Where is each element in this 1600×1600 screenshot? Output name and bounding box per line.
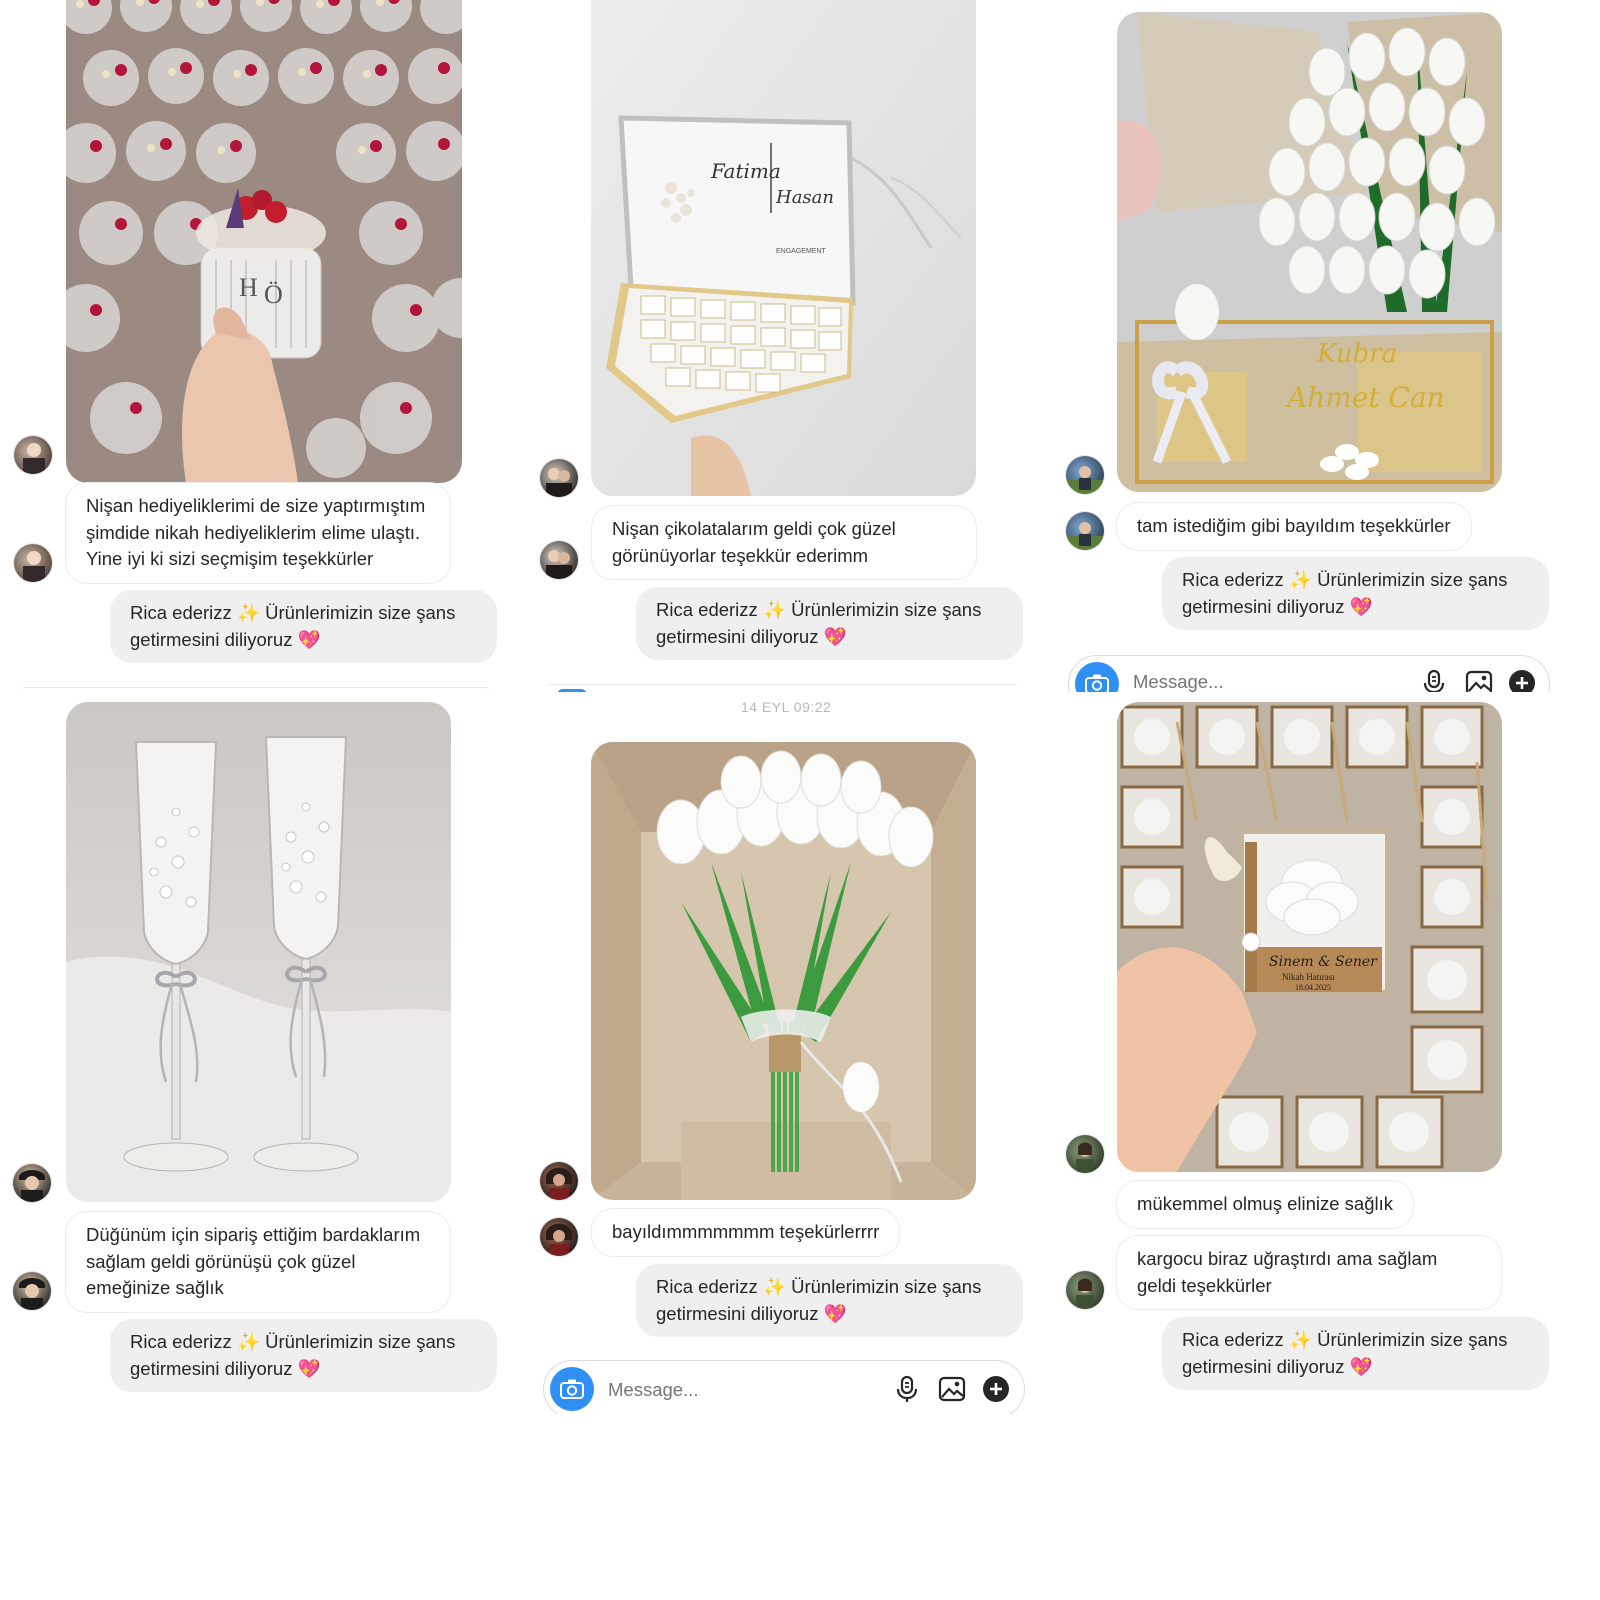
heart-icon: 💖 [297,1357,321,1379]
photo-champagne-glasses[interactable] [66,702,451,1202]
photo-candle-favors[interactable]: H Ö [66,0,462,483]
photo-tulips-in-box[interactable] [591,742,976,1200]
message-timestamp: 14 EYL 09:22 [741,699,832,715]
svg-text:Sinem & Sener: Sinem & Sener [1269,954,1378,970]
incoming-message[interactable]: Nişan çikolatalarım geldi çok güzel görü… [591,505,977,580]
message-text: Düğünüm için sipariş ettiğim bardaklarım… [86,1224,421,1298]
divider [20,687,490,692]
sparkle-icon: ✨ [1288,1329,1312,1350]
outgoing-reply[interactable]: Rica ederizz ✨ Ürünlerimizin size şans g… [110,1319,497,1392]
image-icon[interactable] [1464,668,1494,692]
reply-text: Rica ederizz ✨ Ürünlerimizin size şans [1182,569,1508,590]
sender-avatar[interactable] [540,1218,578,1256]
microphone-icon[interactable] [1419,668,1449,692]
camera-icon-partial [557,689,587,692]
message-text: Nişan hediyeliklerimi de size yaptırmışt… [86,495,426,569]
sender-avatar[interactable] [1066,456,1104,494]
outgoing-reply[interactable]: Rica ederizz ✨ Ürünlerimizin size şans g… [110,590,497,663]
wax-flower-favors-image: Sinem & Sener Nikah Hatırası 18.04.2025 [1117,702,1502,1172]
incoming-message[interactable]: bayıldımmmmmmm teşekürlerrrr [591,1208,901,1257]
sparkle-icon: ✨ [762,1276,786,1297]
sparkle-icon: ✨ [762,599,786,620]
chat-panel-champagne-glasses: Düğünüm için sipariş ettiğim bardaklarım… [0,700,525,1420]
sender-avatar[interactable] [1066,512,1104,550]
chocolate-box-image: Fatima Hasan ENGAGEMENT [591,0,976,496]
sender-avatar[interactable] [1066,1135,1104,1173]
microphone-icon[interactable] [892,1374,922,1404]
message-text: kargocu biraz uğraştırdı ama sağlam geld… [1137,1248,1438,1296]
sparkle-icon: ✨ [236,1331,260,1352]
heart-icon: 💖 [823,1302,847,1324]
plus-icon[interactable] [981,1374,1011,1404]
champagne-glasses-image [66,702,451,1202]
svg-text:Fatima: Fatima [710,159,781,183]
outgoing-reply[interactable]: Rica ederizz ✨ Ürünlerimizin size şans g… [1162,557,1549,630]
message-composer [1068,655,1550,692]
message-input[interactable] [1131,670,1405,692]
svg-text:18.04.2025: 18.04.2025 [1295,983,1331,992]
sender-avatar[interactable] [540,1162,578,1200]
heart-icon: 💖 [823,625,847,647]
heart-icon: 💖 [1349,595,1373,617]
tulips-in-box-image [591,742,976,1200]
svg-text:H: H [239,273,258,302]
sparkle-icon: ✨ [236,602,260,623]
chat-panel-candle-favors: H Ö Nişan hediyeliklerimi de size yaptır… [0,0,525,700]
outgoing-reply[interactable]: Rica ederizz ✨ Ürünlerimizin size şans g… [636,587,1023,660]
svg-text:Hasan: Hasan [775,187,834,208]
reply-text: Rica ederizz ✨ Ürünlerimizin size şans [1182,1329,1508,1350]
camera-button[interactable] [1075,662,1119,692]
sender-avatar[interactable] [14,544,52,582]
chat-panel-wax-favors: Sinem & Sener Nikah Hatırası 18.04.2025 … [1054,700,1600,1420]
outgoing-reply[interactable]: Rica ederizz ✨ Ürünlerimizin size şans g… [1162,1317,1549,1390]
incoming-message[interactable]: Düğünüm için sipariş ettiğim bardaklarım… [65,1211,451,1313]
svg-text:Ahmet Can: Ahmet Can [1284,381,1445,414]
reply-text: Rica ederizz ✨ Ürünlerimizin size şans [656,1276,982,1297]
sender-avatar[interactable] [14,436,52,474]
svg-text:ENGAGEMENT: ENGAGEMENT [776,248,827,255]
message-text: Nişan çikolatalarım geldi çok güzel görü… [612,518,896,566]
image-icon[interactable] [937,1374,967,1404]
tulip-gold-box-image: Kubra Ahmet Can [1117,12,1502,492]
photo-tulip-gold-box[interactable]: Kubra Ahmet Can [1117,12,1502,492]
plus-icon[interactable] [1507,668,1537,692]
sparkle-icon: ✨ [1288,569,1312,590]
candle-favors-image: H Ö [66,0,462,483]
incoming-message[interactable]: Nişan hediyeliklerimi de size yaptırmışt… [65,482,451,584]
svg-text:Ö: Ö [264,280,283,309]
sender-avatar[interactable] [1066,1271,1104,1309]
chat-panel-tulip-bouquet: Kubra Ahmet Can tam istediğim gibi bayıl… [1054,0,1600,692]
reply-text: Rica ederizz ✨ Ürünlerimizin size şans [130,602,456,623]
incoming-message[interactable]: tam istediğim gibi bayıldım teşekkürler [1116,502,1472,551]
incoming-message[interactable]: kargocu biraz uğraştırdı ama sağlam geld… [1116,1235,1502,1310]
sender-avatar[interactable] [13,1164,51,1202]
sender-avatar[interactable] [540,459,578,497]
heart-icon: 💖 [1349,1355,1373,1377]
outgoing-reply[interactable]: Rica ederizz ✨ Ürünlerimizin size şans g… [636,1264,1023,1337]
sender-avatar[interactable] [13,1272,51,1310]
chat-panel-chocolate-box: Fatima Hasan ENGAGEMENT Nişan çikolatala… [527,0,1052,692]
heart-icon: 💖 [297,628,321,650]
message-composer [543,1360,1025,1414]
reply-text: Rica ederizz ✨ Ürünlerimizin size şans [130,1331,456,1352]
svg-text:Kubra: Kubra [1316,339,1397,369]
photo-wax-flower-favors[interactable]: Sinem & Sener Nikah Hatırası 18.04.2025 [1117,702,1502,1172]
message-text: tam istediğim gibi bayıldım teşekkürler [1137,515,1451,536]
svg-text:Nikah Hatırası: Nikah Hatırası [1282,972,1335,982]
message-input[interactable] [606,1378,880,1402]
sender-avatar[interactable] [540,541,578,579]
photo-chocolate-box[interactable]: Fatima Hasan ENGAGEMENT [591,0,976,496]
incoming-message[interactable]: mükemmel olmuş elinize sağlık [1116,1180,1415,1229]
divider [547,684,1017,689]
message-text: mükemmel olmuş elinize sağlık [1137,1193,1394,1214]
camera-button[interactable] [550,1367,594,1411]
camera-icon [560,1379,584,1399]
reply-text: Rica ederizz ✨ Ürünlerimizin size şans [656,599,982,620]
camera-icon [1085,674,1109,692]
chat-panel-tulips-in-box: 14 EYL 09:22 bayıldımmmmmmm teşekürlerrr… [527,694,1052,1414]
message-text: bayıldımmmmmmm teşekürlerrrr [612,1221,880,1242]
